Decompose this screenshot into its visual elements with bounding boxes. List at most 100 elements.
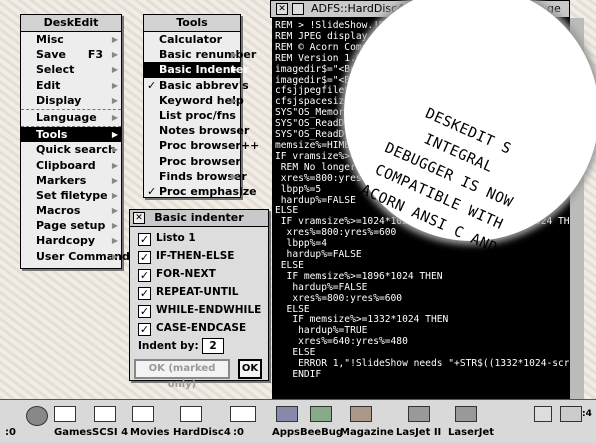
acorn-icon[interactable] xyxy=(560,406,582,422)
option-label: REPEAT-UNTIL xyxy=(156,286,239,298)
laserjet-printer-icon[interactable] xyxy=(455,406,477,422)
iconbar-label: HardDisc4 xyxy=(173,427,231,438)
indenter-title-bar[interactable]: ✕ Basic indenter xyxy=(130,210,268,227)
iconbar-label: SCSI 4 xyxy=(92,427,129,438)
menu-item-select[interactable]: Select ▶ xyxy=(21,62,121,77)
ok-marked-only-button[interactable]: OK (marked only) xyxy=(134,359,230,390)
menu-item-hardcopy[interactable]: Hardcopy ▶ xyxy=(21,233,121,248)
code-line: xres%=800:yres%=600 xyxy=(275,292,403,304)
tools-item-finds-browser[interactable]: Finds browser ▶ xyxy=(144,169,247,184)
menu-item-clipboard[interactable]: Clipboard ▶ xyxy=(21,158,121,173)
menu-item-label: User Commands xyxy=(36,249,137,263)
menu-item-label: Select xyxy=(36,63,75,77)
lasjet-printer-icon[interactable] xyxy=(408,406,430,422)
checkbox-tick-icon[interactable]: ✓ xyxy=(138,305,151,318)
menu-item-label: Macros xyxy=(36,204,81,218)
window-back-icon[interactable] xyxy=(292,3,304,15)
apps-icon[interactable] xyxy=(276,406,298,422)
iconbar-label: Apps xyxy=(272,427,301,438)
drive-movies-icon[interactable] xyxy=(132,406,154,422)
menu-item-edit[interactable]: Edit ▶ xyxy=(21,78,121,93)
checkbox-tick-icon[interactable]: ✓ xyxy=(138,287,151,300)
submenu-arrow-icon: ▶ xyxy=(111,50,118,60)
beebug-icon[interactable] xyxy=(310,406,332,422)
iconbar-label: LaserJet xyxy=(448,427,495,438)
submenu-arrow-icon: ▶ xyxy=(111,221,118,231)
tools-item-basic-abbrev-s[interactable]: ✓ Basic abbrev's xyxy=(144,78,249,93)
submenu-arrow-icon: ▶ xyxy=(230,50,237,60)
tools-menu: Tools Calculator Basic renumber ▶ Basic Ind… xyxy=(143,14,259,199)
magazine-icon[interactable] xyxy=(350,406,372,422)
menu-item-quick-search[interactable]: Quick search ▶ xyxy=(21,142,121,157)
tools-item-notes-browser[interactable]: Notes browser xyxy=(144,123,249,138)
menu-item-page-setup[interactable]: Page setup ▶ xyxy=(21,218,121,233)
menu-item-label: Tools xyxy=(36,128,68,142)
option-while-endwhile[interactable]: ✓ WHILE-ENDWHILE xyxy=(138,302,261,318)
submenu-arrow-icon: ▶ xyxy=(111,65,118,75)
option-listo-1[interactable]: ✓ Listo 1 xyxy=(138,230,196,246)
iconbar-label: :0 xyxy=(233,427,244,438)
menu-item-tools[interactable]: Tools ▶ xyxy=(21,127,121,143)
menu-item-label: Markers xyxy=(36,173,87,187)
checkbox-tick-icon[interactable]: ✓ xyxy=(138,233,151,246)
task-manager-icon[interactable] xyxy=(534,406,552,422)
option-for-next[interactable]: ✓ FOR-NEXT xyxy=(138,266,216,282)
iconbar-label: BeeBug xyxy=(300,427,344,438)
menu-item-macros[interactable]: Macros ▶ xyxy=(21,203,121,218)
tools-item-proc-browser-[interactable]: Proc browser++ xyxy=(144,138,259,153)
menu-item-label: Notes browser xyxy=(159,124,250,138)
tools-item-basic-indenter[interactable]: Basic Indenter ▶ xyxy=(144,62,249,78)
tools-item-proc-emphasize[interactable]: ✓ Proc emphasize xyxy=(144,184,257,199)
dialog-close-icon[interactable]: ✕ xyxy=(133,212,145,224)
checkbox-tick-icon[interactable]: ✓ xyxy=(138,269,151,282)
indent-by-field[interactable]: 2 xyxy=(202,338,224,354)
menu-item-user-commands[interactable]: User Commands ▶ xyxy=(21,249,136,264)
submenu-arrow-icon: ▶ xyxy=(111,190,118,200)
option-case-endcase[interactable]: ✓ CASE-ENDCASE xyxy=(138,320,246,336)
menu-item-markers[interactable]: Markers ▶ xyxy=(21,173,121,188)
drive-scsi-icon[interactable] xyxy=(94,406,116,422)
menu-item-label: Basic abbrev's xyxy=(159,78,249,92)
tools-item-basic-renumber[interactable]: Basic renumber ▶ xyxy=(144,47,256,62)
tools-item-keyword-help[interactable]: Keyword help ▶ xyxy=(144,93,244,108)
submenu-arrow-icon: ▶ xyxy=(230,65,237,75)
menu-item-label: Basic renumber xyxy=(159,48,257,62)
option-label: FOR-NEXT xyxy=(156,268,216,280)
deskedit-menu-title: DeskEdit xyxy=(21,15,121,32)
iconbar-label: Games xyxy=(54,427,93,438)
option-if-then-else[interactable]: ✓ IF-THEN-ELSE xyxy=(138,248,234,264)
submenu-arrow-icon: ▶ xyxy=(111,112,118,122)
menu-item-label: Calculator xyxy=(159,33,223,46)
deskedit-menu: DeskEdit Misc ▶ Save F3 ▶ Select ▶ Edit ▶ Display… xyxy=(20,14,136,269)
window-close-icon[interactable]: ✕ xyxy=(276,3,288,15)
menu-item-label: Save xyxy=(36,48,66,62)
ram-disc-icon[interactable] xyxy=(230,406,256,422)
floppy-drive-icon[interactable] xyxy=(26,406,48,426)
tools-item-proc-browser[interactable]: Proc browser xyxy=(144,154,241,169)
menu-item-language[interactable]: Language ▶ xyxy=(21,110,121,125)
option-label: Listo 1 xyxy=(156,232,196,244)
submenu-arrow-icon: ▶ xyxy=(111,236,118,246)
submenu-arrow-icon: ▶ xyxy=(111,145,118,155)
code-line: xres%=640:yres%=480 xyxy=(275,336,408,348)
checkbox-tick-icon[interactable]: ✓ xyxy=(138,323,151,336)
menu-item-set-filetype[interactable]: Set filetype ▶ xyxy=(21,188,121,203)
menu-item-save[interactable]: Save F3 ▶ xyxy=(21,47,121,62)
menu-item-label: Language xyxy=(36,110,97,124)
menu-item-misc[interactable]: Misc ▶ xyxy=(21,32,121,47)
submenu-arrow-icon: ▶ xyxy=(111,80,118,90)
submenu-arrow-icon: ▶ xyxy=(111,251,118,261)
iconbar-label: Magazine xyxy=(340,427,394,438)
option-repeat-until[interactable]: ✓ REPEAT-UNTIL xyxy=(138,284,239,300)
ok-button[interactable]: OK xyxy=(238,359,262,379)
basic-indenter-dialog: ✕ Basic indenter ✓ Listo 1 ✓ IF-THEN-ELSE ✓ F… xyxy=(129,209,269,390)
menu-item-display[interactable]: Display ▶ xyxy=(21,93,121,108)
option-label: CASE-ENDCASE xyxy=(156,322,247,334)
tools-item-list-proc-fns[interactable]: List proc/fns xyxy=(144,108,240,123)
iconbar-label: Movies xyxy=(130,427,170,438)
tick-icon: ✓ xyxy=(147,78,157,92)
checkbox-tick-icon[interactable]: ✓ xyxy=(138,251,151,264)
tools-item-calculator[interactable]: Calculator xyxy=(144,32,240,47)
harddisc-icon[interactable] xyxy=(180,406,202,422)
drive-games-icon[interactable] xyxy=(54,406,76,422)
